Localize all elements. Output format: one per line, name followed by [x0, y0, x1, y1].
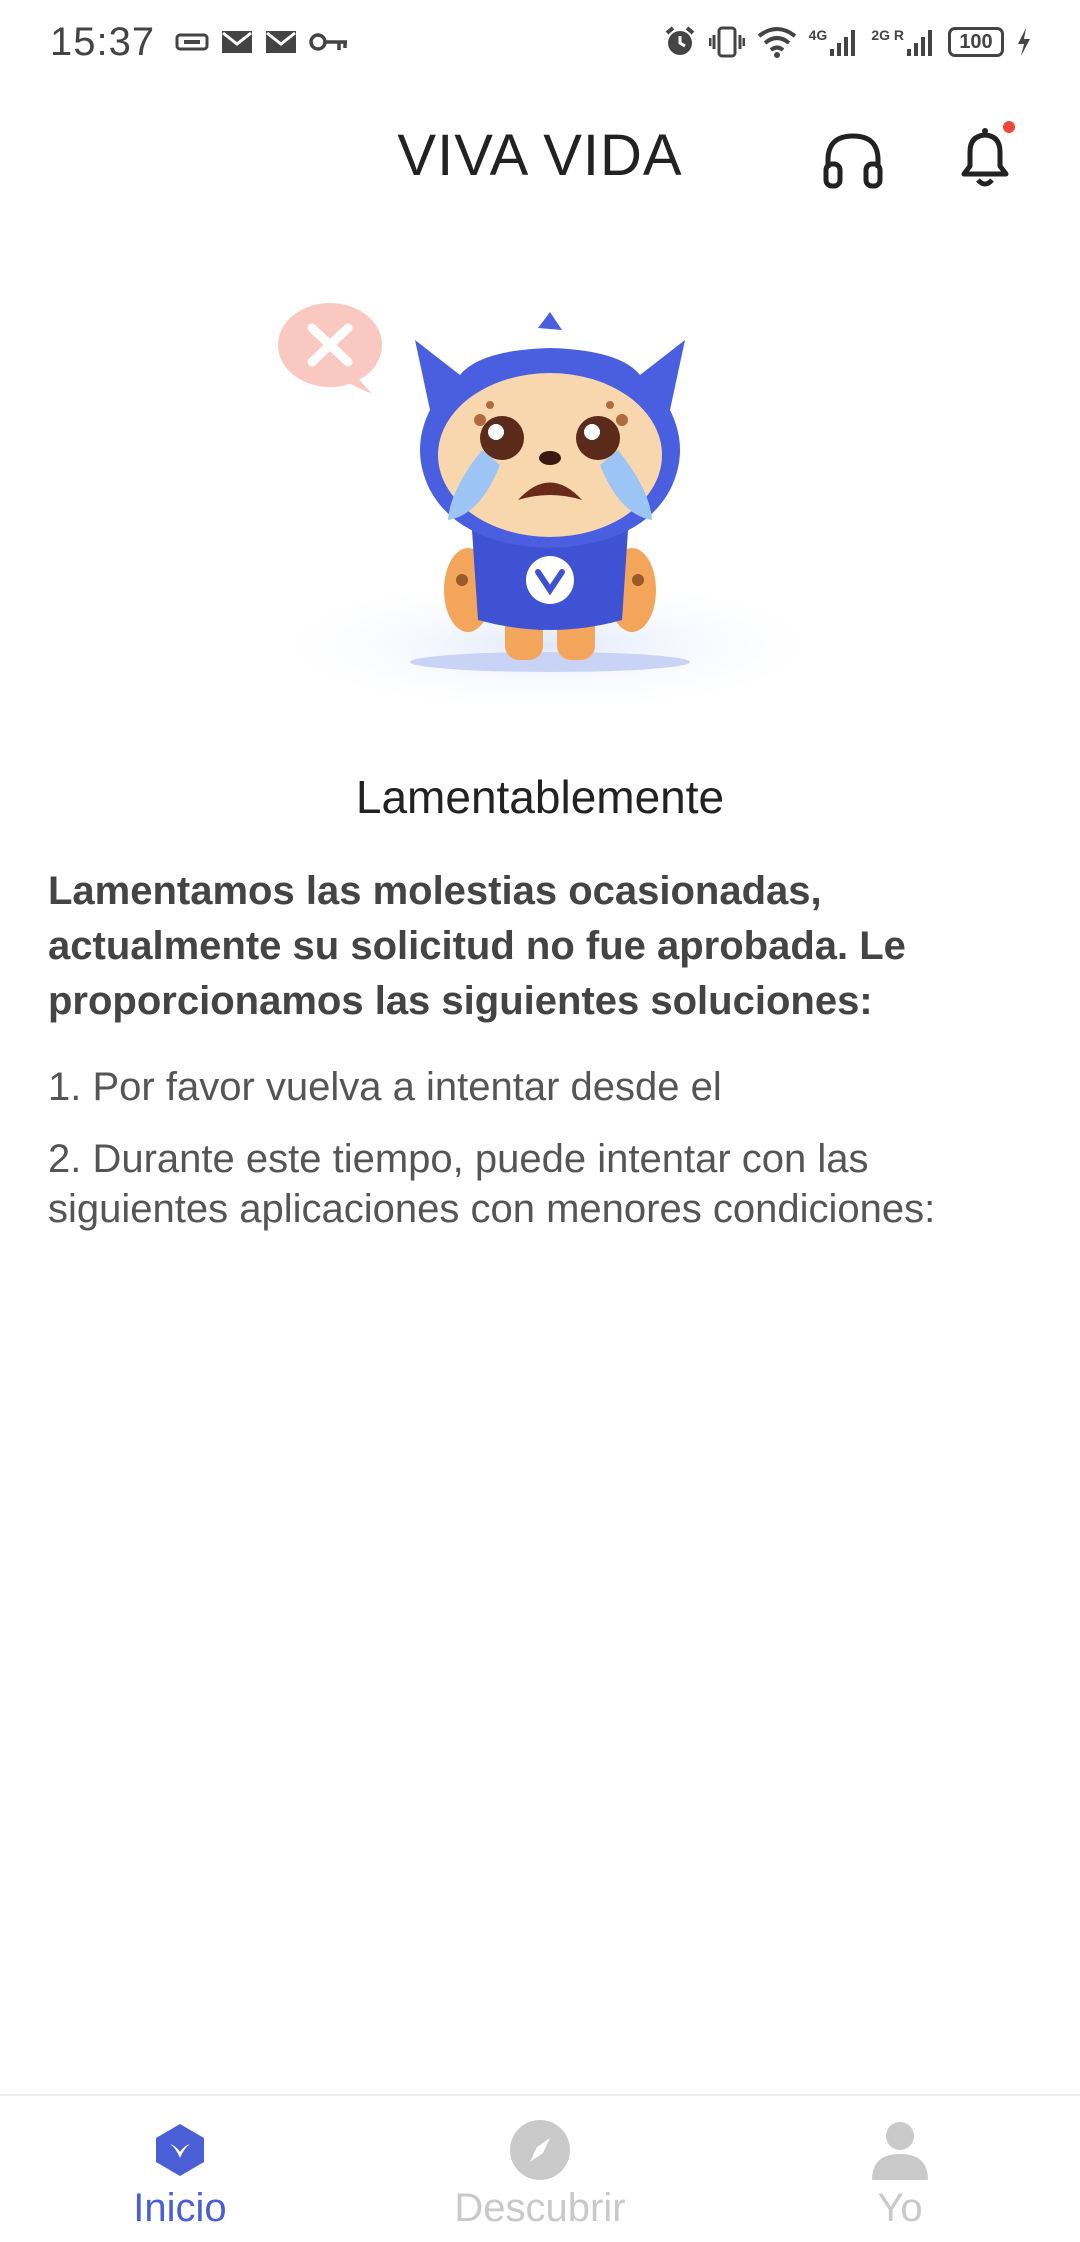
person-icon	[872, 2122, 928, 2180]
notification-dot	[1003, 121, 1015, 133]
nav-item-descubrir[interactable]: Descubrir	[360, 2096, 720, 2242]
mail-icon	[222, 31, 253, 53]
signal-4g: 4G	[809, 27, 860, 57]
network-type-4g: 4G	[808, 27, 828, 43]
charging-icon	[1018, 28, 1030, 56]
app-header: VIVA VIDA	[0, 84, 1080, 234]
wifi-icon	[757, 27, 796, 58]
nav-label-descubrir: Descubrir	[454, 2186, 626, 2230]
alarm-icon	[665, 26, 694, 55]
status-left: 15:37	[50, 20, 349, 65]
headset-icon	[823, 133, 883, 189]
signal-bars-icon	[907, 30, 932, 56]
network-type-2g: 2G R	[871, 27, 904, 43]
usb-icon	[175, 33, 209, 51]
nav-item-yo[interactable]: Yo	[720, 2096, 1080, 2242]
signal-2g: 2G R	[871, 27, 936, 57]
status-right: 4G 2G R 100	[663, 25, 1032, 59]
error-bubble	[278, 303, 382, 394]
solution-step-2: 2. Durante este tiempo, puede intentar c…	[48, 1137, 936, 1231]
nav-label-inicio: Inicio	[133, 2186, 227, 2230]
key-icon	[309, 33, 348, 51]
notifications-button[interactable]	[950, 120, 1020, 194]
solution-step-1: 1. Por favor vuelva a intentar desde el	[48, 1065, 722, 1109]
compass-icon	[510, 2120, 570, 2180]
bottom-navigation: Inicio Descubrir Yo	[0, 2094, 1080, 2240]
result-title: Lamentablemente	[355, 771, 725, 823]
nav-label-yo: Yo	[877, 2186, 923, 2230]
home-icon	[156, 2124, 204, 2176]
mascot-image	[260, 303, 840, 715]
vibrate-icon	[708, 26, 745, 58]
battery-level: 100	[959, 30, 993, 53]
nav-item-inicio[interactable]: Inicio	[0, 2096, 360, 2242]
rejection-description: Lamentamos las molestias ocasionadas, ac…	[48, 869, 906, 1023]
sad-mascot-illustration	[250, 290, 850, 720]
customer-service-button[interactable]	[818, 124, 888, 194]
battery-indicator: 100	[948, 27, 1004, 57]
status-bar: 15:37 4G 2G R 100	[0, 0, 1080, 84]
status-time: 15:37	[50, 19, 156, 64]
status-notification-icons	[175, 30, 349, 54]
signal-bars-icon	[830, 30, 856, 56]
mail-icon	[266, 31, 297, 53]
app-title: VIVA VIDA	[397, 123, 683, 188]
